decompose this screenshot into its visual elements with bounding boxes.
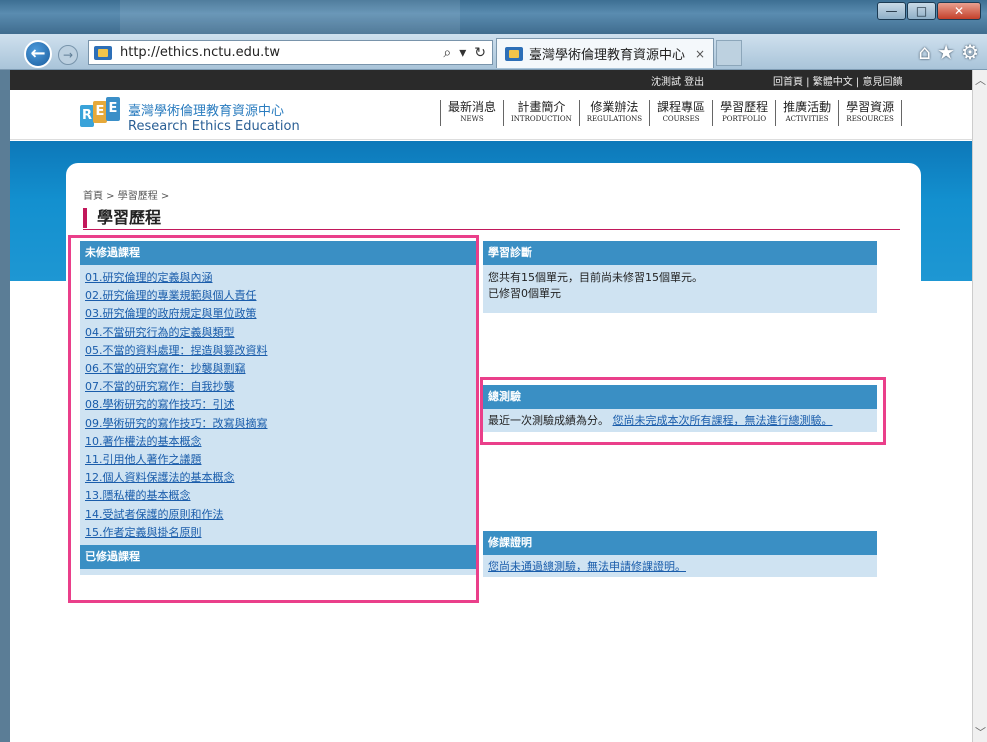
window-left-border xyxy=(0,70,10,742)
tab-close-icon[interactable]: × xyxy=(695,47,705,61)
nav-label: 課程專區 xyxy=(657,100,706,114)
nav-item-regulations[interactable]: 修業辦法 REGULATIONS xyxy=(578,100,649,126)
nav-label: 學習歷程 xyxy=(720,100,769,114)
nav-label: 學習資源 xyxy=(846,100,895,114)
nav-item-courses[interactable]: 課程專區 COURSES xyxy=(649,100,712,126)
close-window-button[interactable]: ✕ xyxy=(937,2,981,20)
site-favicon-icon xyxy=(94,45,112,60)
certificate-body: 您尚未通過總測驗，無法申請修課證明。 xyxy=(483,555,877,577)
nav-item-portfolio[interactable]: 學習歷程 PORTFOLIO xyxy=(712,100,775,126)
scroll-down-icon[interactable]: ﹀ xyxy=(973,724,987,740)
diagnosis-header: 學習診斷 xyxy=(483,241,877,265)
titlebar-glass xyxy=(120,0,460,34)
logo-title-cn: 臺灣學術倫理教育資源中心 xyxy=(128,104,285,119)
nav-label: 計畫簡介 xyxy=(517,100,566,114)
certificate-unavailable-link[interactable]: 您尚未通過總測驗，無法申請修課證明。 xyxy=(488,560,686,573)
window-controls: — □ ✕ xyxy=(876,2,981,20)
scroll-up-icon[interactable]: ︿ xyxy=(973,72,987,88)
window-titlebar: — □ ✕ xyxy=(0,0,987,34)
address-url[interactable]: http://ethics.nctu.edu.tw xyxy=(120,45,280,60)
nav-sublabel: RESOURCES xyxy=(846,115,894,123)
main-nav: 最新消息 NEWS 計畫簡介 INTRODUCTION 修業辦法 REGULAT… xyxy=(440,100,903,126)
page-title: 學習歷程 xyxy=(83,208,161,228)
search-icon[interactable]: ⌕ xyxy=(443,45,451,61)
site-header: REE 臺灣學術倫理教育資源中心 Research Ethics Educati… xyxy=(10,90,972,140)
address-bar[interactable]: http://ethics.nctu.edu.tw ⌕ ▾ ↻ xyxy=(88,40,493,65)
settings-gear-icon[interactable]: ⚙ xyxy=(961,40,979,64)
refresh-icon[interactable]: ↻ xyxy=(474,45,486,61)
nav-item-resources[interactable]: 學習資源 RESOURCES xyxy=(838,100,903,126)
favorites-star-icon[interactable]: ★ xyxy=(937,40,955,64)
address-tools: ⌕ ▾ ↻ xyxy=(443,45,492,61)
top-links[interactable]: 回首頁 | 繁體中文 | 意見回饋 xyxy=(773,73,902,88)
certificate-header: 修課證明 xyxy=(483,531,877,555)
diagnosis-panel: 學習診斷 您共有15個單元，目前尚未修習15個單元。 已修習0個單元 xyxy=(483,241,877,313)
minimize-button[interactable]: — xyxy=(877,2,906,20)
back-icon[interactable]: ← xyxy=(24,40,52,68)
user-links[interactable]: 沈測試 登出 xyxy=(651,73,704,88)
certificate-panel: 修課證明 您尚未通過總測驗，無法申請修課證明。 xyxy=(483,531,877,577)
forward-icon[interactable]: → xyxy=(58,45,78,65)
logo-title-en: Research Ethics Education xyxy=(128,119,300,134)
nav-sublabel: NEWS xyxy=(460,115,484,123)
home-icon[interactable]: ⌂ xyxy=(918,40,931,64)
dropdown-icon[interactable]: ▾ xyxy=(459,45,466,61)
browser-right-icons: ⌂ ★ ⚙ xyxy=(918,40,979,64)
maximize-button[interactable]: □ xyxy=(907,2,936,20)
tab-title: 臺灣學術倫理教育資源中心 xyxy=(529,48,686,63)
nav-label: 最新消息 xyxy=(448,100,497,114)
nav-sublabel: ACTIVITIES xyxy=(785,115,829,123)
page-viewport: 沈測試 登出 回首頁 | 繁體中文 | 意見回饋 REE 臺灣學術倫理教育資源中… xyxy=(10,70,972,742)
highlight-outline-exam xyxy=(480,377,886,445)
nav-sublabel: PORTFOLIO xyxy=(722,115,767,123)
nav-sublabel: REGULATIONS xyxy=(586,115,643,123)
title-divider xyxy=(83,229,900,230)
nav-label: 推廣活動 xyxy=(783,100,832,114)
nav-item-introduction[interactable]: 計畫簡介 INTRODUCTION xyxy=(503,100,579,126)
ree-logo-icon[interactable]: REE xyxy=(80,97,120,129)
nav-item-news[interactable]: 最新消息 NEWS xyxy=(440,100,503,126)
new-tab-button[interactable] xyxy=(716,40,742,66)
tab-favicon-icon xyxy=(505,46,523,61)
diagnosis-line2: 已修習0個單元 xyxy=(488,287,561,300)
nav-sublabel: COURSES xyxy=(662,115,700,123)
diagnosis-line1: 您共有15個單元，目前尚未修習15個單元。 xyxy=(488,271,703,284)
breadcrumb[interactable]: 首頁 > 學習歷程 > xyxy=(83,187,169,202)
nav-label: 修業辦法 xyxy=(590,100,639,114)
nav-sublabel: INTRODUCTION xyxy=(511,115,572,123)
diagnosis-body: 您共有15個單元，目前尚未修習15個單元。 已修習0個單元 xyxy=(483,265,877,313)
site-topbar: 沈測試 登出 回首頁 | 繁體中文 | 意見回饋 xyxy=(10,70,972,90)
vertical-scrollbar[interactable]: ︿ ﹀ xyxy=(972,70,987,742)
browser-tab[interactable]: 臺灣學術倫理教育資源中心 × xyxy=(496,38,714,68)
site-logo-text[interactable]: 臺灣學術倫理教育資源中心 Research Ethics Education xyxy=(128,100,300,134)
highlight-outline-left xyxy=(68,235,479,603)
nav-item-activities[interactable]: 推廣活動 ACTIVITIES xyxy=(775,100,838,126)
